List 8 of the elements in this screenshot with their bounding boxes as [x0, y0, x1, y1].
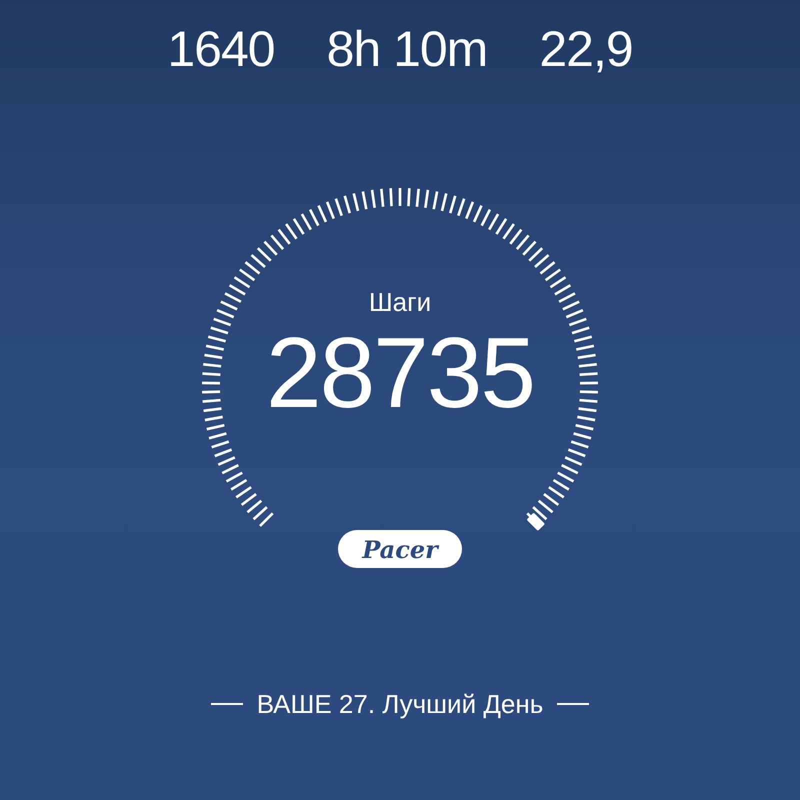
- stat-value: 22,9: [539, 20, 633, 79]
- best-day-text: ВАШЕ 27. Лучший День: [256, 688, 544, 720]
- steps-label: Шаги: [368, 286, 432, 318]
- progress-marker: [526, 512, 545, 531]
- stat-value: 8h 10m: [326, 20, 488, 79]
- stat-value: 1640: [167, 20, 275, 79]
- steps-count: 28735: [266, 318, 534, 428]
- brand-badge[interactable]: Pacer: [338, 530, 462, 568]
